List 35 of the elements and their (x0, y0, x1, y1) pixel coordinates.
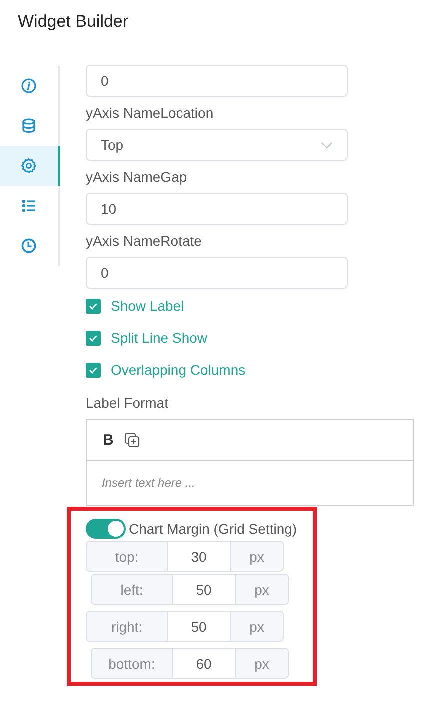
toggle-switch[interactable] (86, 519, 126, 539)
input-prefix: bottom: (92, 649, 173, 678)
panel-title: Widget Builder (17, 11, 130, 33)
bold-button[interactable]: B (103, 432, 114, 448)
chevron-down-icon (321, 142, 333, 148)
list-icon (21, 198, 37, 214)
checkbox[interactable] (86, 330, 101, 346)
checkbox[interactable] (86, 298, 101, 314)
check-icon (89, 302, 98, 310)
toggle-label: Chart Margin (Grid Setting) (129, 521, 298, 537)
info-icon (21, 78, 37, 94)
field-label: yAxis NameLocation (86, 105, 215, 123)
input-suffix: px (230, 612, 283, 641)
checkbox[interactable] (86, 362, 101, 378)
text-input[interactable]: Insert text here ... (87, 461, 413, 505)
database-icon (21, 118, 37, 134)
input-suffix: px (230, 542, 283, 571)
field-label: yAxis NameRotate (86, 233, 203, 251)
clock-icon (21, 238, 37, 254)
sidebar-item[interactable] (0, 146, 60, 186)
copy-add-icon[interactable] (124, 432, 141, 448)
dropdown[interactable]: Top (86, 129, 348, 161)
check-icon (89, 366, 98, 374)
input-suffix: px (235, 649, 288, 678)
input-prefix: top: (87, 542, 168, 571)
settings-icon (21, 158, 37, 174)
field-label: Label Format (86, 395, 170, 413)
number-field[interactable]: 10 (86, 193, 348, 225)
input-prefix: right: (87, 612, 168, 641)
number-field[interactable]: 0 (86, 65, 348, 97)
field-label: yAxis NameGap (86, 169, 188, 187)
input-prefix: left: (92, 575, 173, 604)
input-suffix: px (235, 575, 288, 604)
number-field[interactable]: 0 (86, 257, 348, 289)
check-icon (89, 334, 98, 342)
